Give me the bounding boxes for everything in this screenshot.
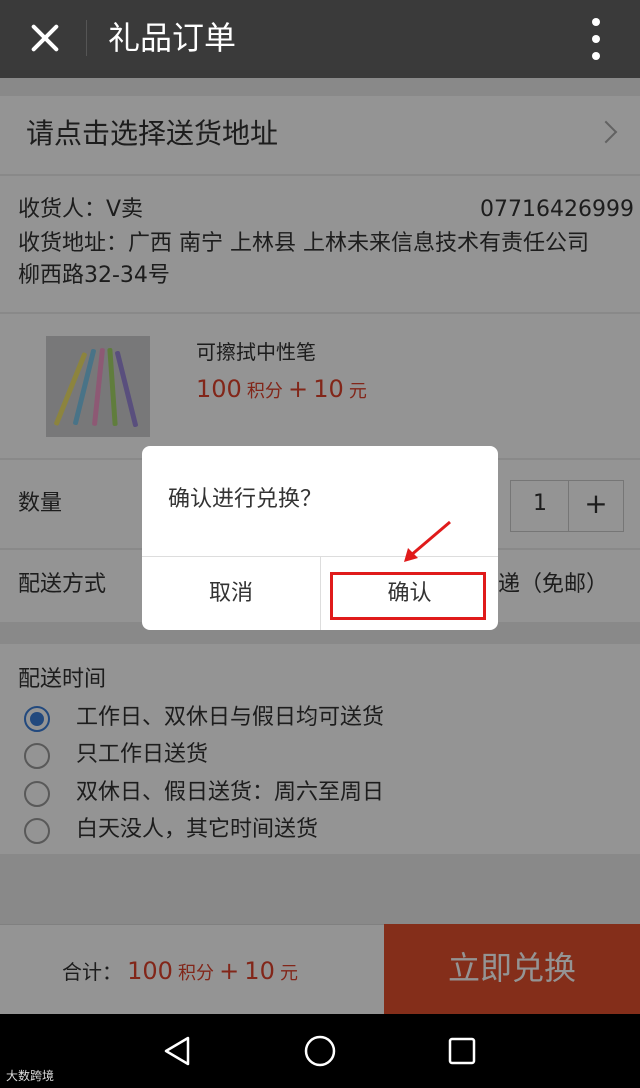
recents-icon[interactable] — [446, 1035, 478, 1067]
header-divider — [86, 20, 87, 56]
arrow-annotation-icon — [404, 520, 451, 562]
back-icon[interactable] — [160, 1034, 194, 1068]
highlight-box — [330, 572, 486, 620]
more-options-icon[interactable] — [584, 16, 608, 62]
close-icon[interactable] — [24, 18, 64, 58]
watermark: 大数跨境 — [6, 1069, 55, 1083]
page-title: 礼品订单 — [108, 19, 237, 57]
dialog-message: 确认进行兑换？ — [168, 487, 323, 512]
app-header — [0, 0, 640, 78]
dialog-cancel-button[interactable]: 取消 — [142, 557, 320, 630]
home-icon[interactable] — [302, 1033, 338, 1069]
